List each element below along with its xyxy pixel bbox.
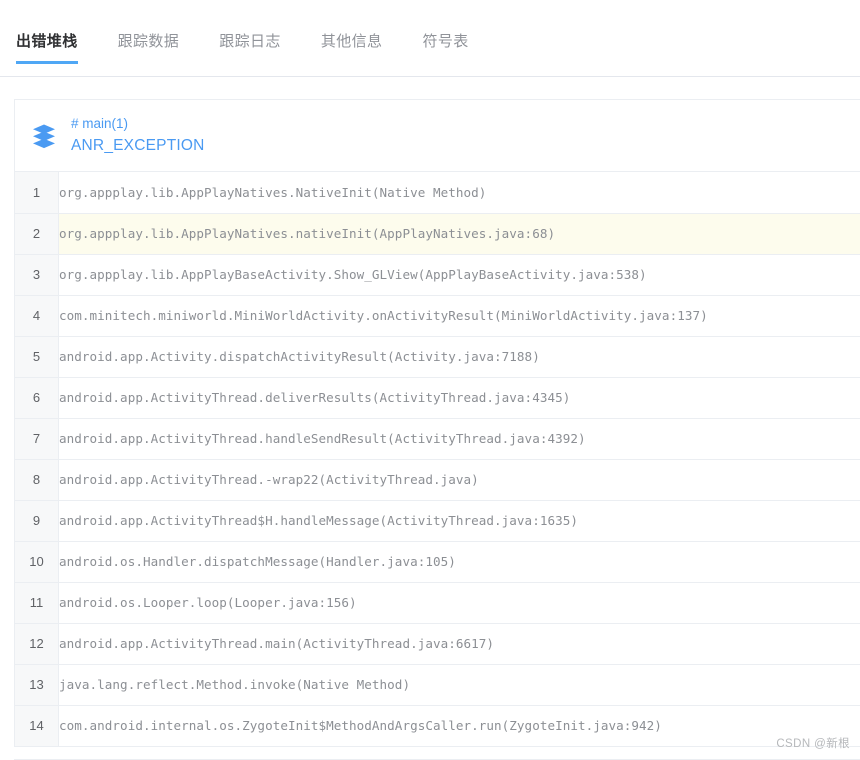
tab-list: 出错堆栈 跟踪数据 跟踪日志 其他信息 符号表 — [16, 33, 487, 64]
tab-label: 跟踪日志 — [219, 33, 281, 50]
frame-number: 1 — [15, 172, 59, 214]
exception-name: ANR_EXCEPTION — [71, 137, 205, 154]
frame-text: org.appplay.lib.AppPlayNatives.nativeIni… — [58, 213, 860, 255]
tab-label: 出错堆栈 — [16, 33, 78, 50]
tab-3[interactable]: 其他信息 — [321, 33, 401, 64]
frame-text: android.os.Looper.loop(Looper.java:156) — [58, 582, 860, 624]
layers-stack-icon — [31, 122, 57, 150]
frame-text: android.app.ActivityThread.deliverResult… — [58, 377, 860, 419]
tab-bar: 出错堆栈 跟踪数据 跟踪日志 其他信息 符号表 — [0, 0, 860, 78]
thread-name: # main(1) — [71, 116, 129, 131]
frame-number: 12 — [15, 623, 59, 665]
stack-frame-row[interactable]: 4 com.minitech.miniworld.MiniWorldActivit… — [15, 295, 860, 337]
frame-text: android.os.Handler.dispatchMessage(Handl… — [58, 541, 860, 583]
stack-frame-table: 1 org.appplay.lib.AppPlayNatives.NativeIn… — [15, 172, 860, 747]
stack-frame-row[interactable]: 1 org.appplay.lib.AppPlayNatives.NativeIn… — [15, 172, 860, 214]
frame-number: 14 — [15, 705, 59, 747]
frame-number: 11 — [15, 582, 59, 624]
stack-frame-row[interactable]: 3 org.appplay.lib.AppPlayBaseActivity.Sho… — [15, 254, 860, 296]
tab-label: 其他信息 — [320, 33, 383, 50]
stack-frame-row[interactable]: 13 java.lang.reflect.Method.invoke(Native… — [15, 664, 860, 706]
frame-number: 8 — [15, 459, 59, 501]
frame-text: java.lang.reflect.Method.invoke(Native M… — [58, 664, 860, 706]
tab-1[interactable]: 跟踪数据 — [118, 33, 198, 64]
stack-frame-row[interactable]: 12 android.app.ActivityThread.main(Activi… — [15, 623, 860, 665]
frame-number: 6 — [15, 377, 59, 419]
frame-text: android.app.ActivityThread.handleSendRes… — [58, 418, 860, 460]
frame-number: 4 — [15, 295, 59, 337]
frame-text: android.app.Activity.dispatchActivityRes… — [58, 336, 860, 378]
stack-frame-row[interactable]: 11 android.os.Looper.loop(Looper.java:156… — [15, 582, 860, 624]
active-tab-indicator — [16, 61, 78, 64]
frame-number: 13 — [15, 664, 59, 706]
frame-text: android.app.ActivityThread.-wrap22(Activ… — [58, 459, 860, 501]
frame-number: 10 — [15, 541, 59, 583]
tab-label: 符号表 — [422, 33, 469, 50]
frame-text: android.app.ActivityThread$H.handleMessa… — [58, 500, 860, 542]
frame-text: org.appplay.lib.AppPlayBaseActivity.Show… — [58, 254, 860, 296]
stack-frame-row[interactable]: 9 android.app.ActivityThread$H.handleMess… — [15, 500, 860, 542]
frame-number: 3 — [15, 254, 59, 296]
anr-stack-trace-page: 出错堆栈 跟踪数据 跟踪日志 其他信息 符号表 # main(1) ANR_EXCEPT… — [0, 0, 860, 760]
frame-text: android.app.ActivityThread.main(Activity… — [58, 623, 860, 665]
stack-frame-row[interactable]: 14 com.android.internal.os.ZygoteInit$Met… — [15, 705, 860, 747]
stack-frame-row[interactable]: 10 android.os.Handler.dispatchMessage(Han… — [15, 541, 860, 583]
frame-number: 5 — [15, 336, 59, 378]
stack-frame-row[interactable]: 8 android.app.ActivityThread.-wrap22(Acti… — [15, 459, 860, 501]
frame-number: 9 — [15, 500, 59, 542]
exception-titles: # main(1) ANR_EXCEPTION — [71, 116, 205, 155]
stack-frame-row[interactable]: 6 android.app.ActivityThread.deliverResul… — [15, 377, 860, 419]
frame-number: 2 — [15, 213, 59, 255]
stack-frame-row[interactable]: 5 android.app.Activity.dispatchActivityRe… — [15, 336, 860, 378]
frame-text: com.android.internal.os.ZygoteInit$Metho… — [58, 705, 860, 747]
tab-0[interactable]: 出错堆栈 — [16, 33, 96, 64]
frame-text: org.appplay.lib.AppPlayNatives.NativeIni… — [58, 172, 860, 214]
stack-frame-row[interactable]: 7 android.app.ActivityThread.handleSendRe… — [15, 418, 860, 460]
tab-4[interactable]: 符号表 — [422, 33, 486, 64]
tab-2[interactable]: 跟踪日志 — [219, 33, 299, 64]
frame-text: com.minitech.miniworld.MiniWorldActivity… — [58, 295, 860, 337]
exception-header: # main(1) ANR_EXCEPTION — [15, 100, 860, 172]
tab-label: 跟踪数据 — [117, 33, 180, 50]
stack-frame-row[interactable]: 2 org.appplay.lib.AppPlayNatives.nativeIn… — [15, 213, 860, 255]
frame-number: 7 — [15, 418, 59, 460]
stack-trace-card: # main(1) ANR_EXCEPTION 1 org.appplay.lib… — [14, 99, 860, 747]
tab-bar-divider — [0, 76, 860, 77]
